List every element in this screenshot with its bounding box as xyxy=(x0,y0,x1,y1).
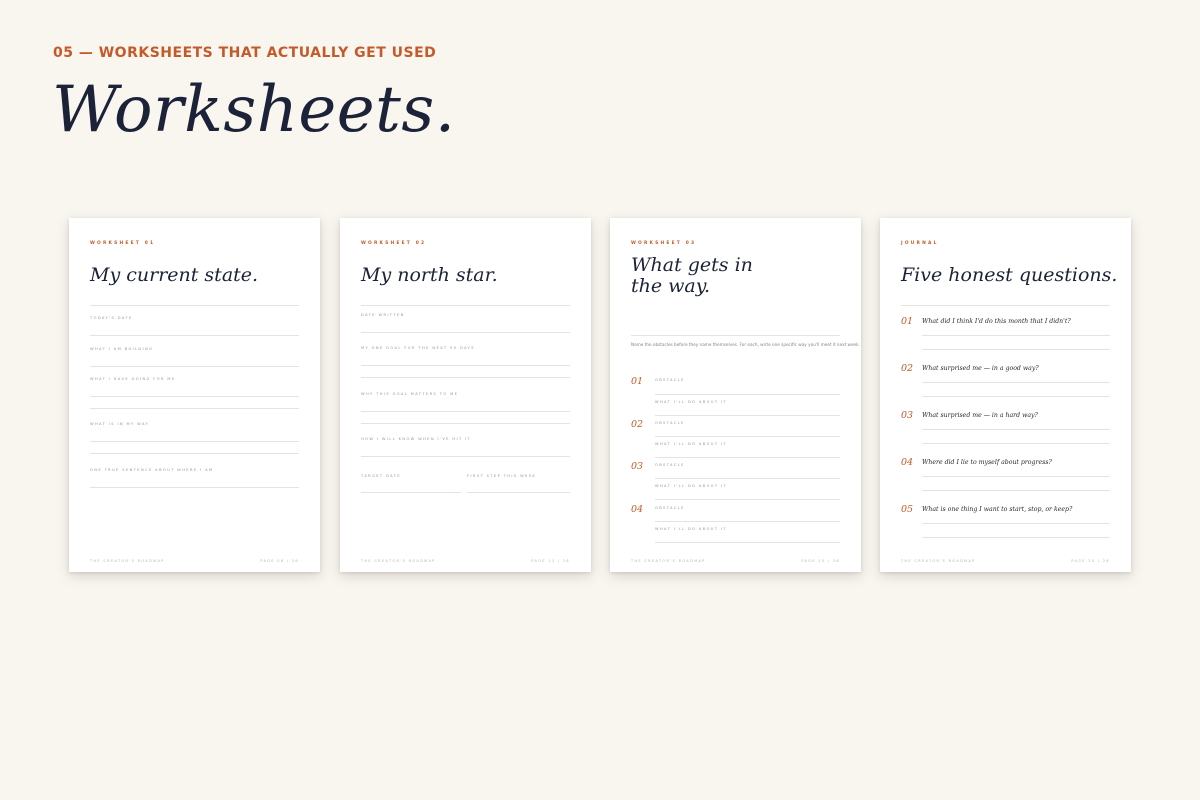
worksheet-title-line2: the way. xyxy=(631,275,710,297)
write-line xyxy=(655,521,840,522)
footer-brand: THE CREATOR'S ROADMAP xyxy=(901,559,976,563)
field-label: TODAY'S DATE xyxy=(90,316,133,320)
question-text: Where did I lie to myself about progress… xyxy=(922,459,1052,466)
worksheet-card-north-star: WORKSHEET 02 My north star. DATE WRITTEN… xyxy=(340,218,591,572)
write-line xyxy=(655,415,840,416)
write-line xyxy=(90,453,299,454)
journal-card-questions: JOURNAL Five honest questions. 01 What d… xyxy=(880,218,1131,572)
question-text: What is one thing I want to start, stop,… xyxy=(922,506,1073,513)
footer-brand: THE CREATOR'S ROADMAP xyxy=(90,559,165,563)
write-line xyxy=(922,335,1110,336)
write-line xyxy=(361,492,461,493)
worksheet-title-line1: What gets in xyxy=(631,254,753,276)
target-date-label: TARGET DATE xyxy=(361,474,402,478)
write-line xyxy=(90,408,299,409)
worksheet-intro: Name the obstacles before they name them… xyxy=(631,342,860,347)
divider xyxy=(361,305,570,306)
question-number: 01 xyxy=(901,316,914,327)
divider xyxy=(901,305,1110,306)
divider xyxy=(631,335,840,336)
worksheet-kicker: WORKSHEET 02 xyxy=(361,241,427,246)
obstacle-label: OBSTACLE xyxy=(655,463,685,467)
question-number: 03 xyxy=(901,410,914,421)
action-label: WHAT I'LL DO ABOUT IT xyxy=(655,400,728,404)
question-number: 05 xyxy=(901,504,914,515)
write-line xyxy=(655,478,840,479)
footer-brand: THE CREATOR'S ROADMAP xyxy=(361,559,436,563)
write-line xyxy=(361,456,570,457)
write-line xyxy=(922,382,1110,383)
write-line xyxy=(922,537,1110,538)
page-number: PAGE 15 / 26 xyxy=(801,559,840,563)
write-line xyxy=(361,332,570,333)
worksheet-kicker: JOURNAL xyxy=(901,241,939,246)
footer-brand: THE CREATOR'S ROADMAP xyxy=(631,559,706,563)
write-line xyxy=(655,499,840,500)
field-label: WHAT I HAVE GOING FOR ME xyxy=(90,377,176,381)
page-number: PAGE 11 / 26 xyxy=(531,559,570,563)
section-eyebrow: 05 — WORKSHEETS THAT ACTUALLY GET USED xyxy=(53,45,437,61)
worksheet-title: My north star. xyxy=(361,264,498,286)
question-text: What did I think I'd do this month that … xyxy=(922,318,1071,325)
item-number: 04 xyxy=(631,504,644,515)
item-number: 02 xyxy=(631,419,644,430)
worksheet-title: My current state. xyxy=(90,264,259,286)
obstacle-label: OBSTACLE xyxy=(655,378,685,382)
write-line xyxy=(922,523,1110,524)
worksheet-card-current-state: WORKSHEET 01 My current state. TODAY'S D… xyxy=(69,218,320,572)
worksheet-kicker: WORKSHEET 03 xyxy=(631,241,697,246)
worksheet-title: Five honest questions. xyxy=(901,264,1118,286)
write-line xyxy=(922,349,1110,350)
action-label: WHAT I'LL DO ABOUT IT xyxy=(655,484,728,488)
write-line xyxy=(90,487,299,488)
obstacle-label: OBSTACLE xyxy=(655,421,685,425)
write-line xyxy=(361,423,570,424)
write-line xyxy=(655,436,840,437)
write-line xyxy=(922,396,1110,397)
obstacle-label: OBSTACLE xyxy=(655,506,685,510)
page-number: PAGE 08 / 26 xyxy=(260,559,299,563)
field-label: WHAT IS IN MY WAY xyxy=(90,422,150,426)
page-number: PAGE 20 / 26 xyxy=(1071,559,1110,563)
first-step-label: FIRST STEP THIS WEEK xyxy=(467,474,537,478)
worksheet-kicker: WORKSHEET 01 xyxy=(90,241,156,246)
write-line xyxy=(361,377,570,378)
question-text: What surprised me — in a hard way? xyxy=(922,412,1038,419)
write-line xyxy=(90,335,299,336)
field-label: ONE TRUE SENTENCE ABOUT WHERE I AM xyxy=(90,468,214,472)
field-label: MY ONE GOAL FOR THE NEXT 90 DAYS xyxy=(361,346,475,350)
write-line xyxy=(655,457,840,458)
write-line xyxy=(90,366,299,367)
write-line xyxy=(655,542,840,543)
write-line xyxy=(467,492,570,493)
write-line xyxy=(922,490,1110,491)
write-line xyxy=(361,365,570,366)
write-line xyxy=(922,429,1110,430)
field-label: DATE WRITTEN xyxy=(361,313,405,317)
item-number: 03 xyxy=(631,461,644,472)
item-number: 01 xyxy=(631,376,644,387)
write-line xyxy=(90,441,299,442)
write-line xyxy=(361,411,570,412)
page-title: Worksheets. xyxy=(52,73,456,147)
action-label: WHAT I'LL DO ABOUT IT xyxy=(655,442,728,446)
action-label: WHAT I'LL DO ABOUT IT xyxy=(655,527,728,531)
divider xyxy=(90,305,299,306)
write-line xyxy=(655,394,840,395)
write-line xyxy=(90,396,299,397)
worksheet-card-obstacles: WORKSHEET 03 What gets in the way. Name … xyxy=(610,218,861,572)
field-label: WHY THIS GOAL MATTERS TO ME xyxy=(361,392,459,396)
field-label: WHAT I AM BUILDING xyxy=(90,347,154,351)
write-line xyxy=(922,443,1110,444)
field-label: HOW I WILL KNOW WHEN I'VE HIT IT xyxy=(361,437,472,441)
question-number: 02 xyxy=(901,363,914,374)
question-number: 04 xyxy=(901,457,914,468)
question-text: What surprised me — in a good way? xyxy=(922,365,1039,372)
write-line xyxy=(922,476,1110,477)
